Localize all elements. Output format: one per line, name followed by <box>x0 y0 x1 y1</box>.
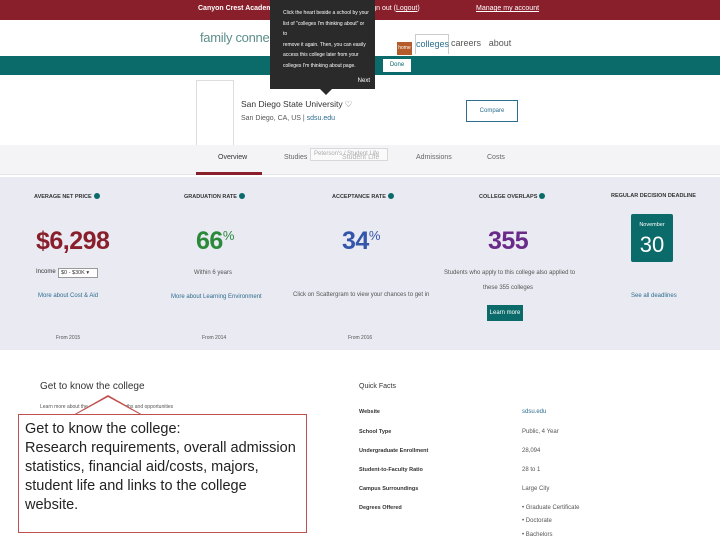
quick-fact-value: Large City <box>522 486 550 492</box>
nav-about-me[interactable]: about me <box>483 34 517 66</box>
get-to-know-heading: Get to know the college <box>40 381 145 392</box>
stat-title-text: ACCEPTANCE RATE <box>332 194 386 200</box>
heart-icon[interactable]: ♡ <box>345 99 353 110</box>
info-icon[interactable] <box>238 193 245 199</box>
degree-item: • Bachelors <box>522 532 553 538</box>
heart-tooltip: Click the heart beside a school by your … <box>270 0 375 95</box>
school-name: Canyon Crest Academy <box>198 5 277 12</box>
info-icon[interactable] <box>539 193 546 199</box>
active-tab-indicator <box>196 172 262 175</box>
callout-line: Get to know the college: <box>25 421 181 437</box>
stat-regular-deadline: REGULAR DECISION DEADLINE See all deadli… <box>590 177 720 350</box>
tooltip-arrow <box>320 89 332 95</box>
income-select-value: $0 - $30K <box>61 270 85 276</box>
graduation-rate-unit: % <box>222 228 235 243</box>
tooltip-line: list of "colleges I'm thinking about" or… <box>283 20 365 38</box>
quick-fact-label: Student-to-Faculty Ratio <box>359 467 423 473</box>
tab-costs[interactable]: Costs <box>487 154 505 161</box>
annotation-callout: Get to know the college: Research requir… <box>18 414 307 533</box>
graduation-rate-number: 66 <box>196 227 223 255</box>
quick-fact-website-link[interactable]: sdsu.edu <box>522 409 546 415</box>
learning-environment-link[interactable]: More about Learning Environment <box>171 294 262 300</box>
nav-careers[interactable]: careers <box>451 34 481 54</box>
info-icon[interactable] <box>387 193 394 199</box>
college-name-text: San Diego State University <box>241 99 343 109</box>
quick-fact-label: School Type <box>359 429 392 435</box>
stats-band: AVERAGE NET PRICE $6,298 Income $0 - $30… <box>0 177 720 350</box>
income-label: Income <box>36 269 56 275</box>
done-button[interactable]: Done <box>383 59 411 72</box>
net-price-value: $6,298 <box>36 227 110 255</box>
acceptance-rate-number: 34 <box>342 227 369 255</box>
quick-fact-label: Undergraduate Enrollment <box>359 448 429 454</box>
graduation-note: Within 6 years <box>194 270 233 276</box>
tab-admissions[interactable]: Admissions <box>416 154 452 161</box>
callout-body: Research requirements, overall admission… <box>25 440 296 513</box>
graduation-rate-value: 66% <box>196 227 234 256</box>
tooltip-line: Click the heart beside a school by your <box>283 10 369 16</box>
degree-item: • Doctorate <box>522 518 552 524</box>
college-name: San Diego State University ♡ <box>241 99 352 110</box>
tooltip-next-button[interactable]: Next <box>358 76 370 87</box>
logout-link[interactable]: Logout <box>396 5 417 12</box>
calendar-day: 30 <box>639 232 665 257</box>
quick-fact-value: • Graduate Certificate <box>522 505 580 511</box>
stat-college-overlaps: COLLEGE OVERLAPS 355 Students who apply … <box>440 177 590 350</box>
tab-studies[interactable]: Studies <box>284 154 307 161</box>
callout-pointer-fill <box>75 397 141 415</box>
stat-title: COLLEGE OVERLAPS <box>479 193 546 200</box>
stat-title-text: COLLEGE OVERLAPS <box>479 194 538 200</box>
stat-title-text: AVERAGE NET PRICE <box>34 194 92 200</box>
calendar-month: November <box>639 222 665 228</box>
logout-suffix: ) <box>417 5 420 12</box>
quick-facts-heading: Quick Facts <box>359 383 396 390</box>
tooltip-line: colleges I'm thinking about page. <box>283 62 356 69</box>
tab-overview[interactable]: Overview <box>218 154 247 161</box>
overlap-learn-more-button[interactable]: Learn more <box>487 305 523 321</box>
cost-aid-link[interactable]: More about Cost & Aid <box>38 293 98 299</box>
quick-fact-value: Public, 4 Year <box>522 429 559 435</box>
stat-title: AVERAGE NET PRICE <box>34 193 100 200</box>
quick-fact-label: Degrees Offered <box>359 505 402 511</box>
college-location: San Diego, CA, US | sdsu.edu <box>241 115 335 122</box>
stat-title: REGULAR DECISION DEADLINE <box>611 193 696 199</box>
stat-source: From 2015 <box>56 335 81 341</box>
quick-fact-label: Website <box>359 409 380 415</box>
overlap-note-2: these 355 colleges <box>483 285 534 291</box>
overlap-note: Students who apply to this college also … <box>444 270 576 276</box>
quick-fact-label: Campus Surroundings <box>359 486 419 492</box>
my-account-link[interactable]: Manage my account <box>476 5 539 12</box>
stat-source: From 2016 <box>348 335 373 341</box>
compare-button[interactable]: Compare <box>466 100 518 122</box>
income-select[interactable]: $0 - $30K ▾ <box>58 268 98 278</box>
tooltip-line: access this college later from your <box>283 52 359 58</box>
quick-fact-value: 28 to 1 <box>522 467 541 473</box>
stat-title: ACCEPTANCE RATE <box>332 193 394 200</box>
acceptance-note: Click on Scattergram to view your chance… <box>293 292 430 298</box>
all-deadlines-link[interactable]: See all deadlines <box>631 293 677 299</box>
stat-average-net-price: AVERAGE NET PRICE $6,298 Income $0 - $30… <box>0 177 140 350</box>
acceptance-rate-value: 34% <box>342 227 380 256</box>
stat-title-text: GRADUATION RATE <box>184 194 237 200</box>
info-icon[interactable] <box>93 193 100 199</box>
stat-title: GRADUATION RATE <box>184 193 245 200</box>
college-logo <box>196 80 234 146</box>
nav-colleges[interactable]: colleges <box>415 34 449 54</box>
calendar-icon: November 30 <box>631 214 673 262</box>
overlap-value: 355 <box>488 227 529 255</box>
stat-graduation-rate: GRADUATION RATE 66% Within 6 years More … <box>140 177 290 350</box>
quick-fact-value: 28,094 <box>522 448 541 454</box>
college-website-link[interactable]: sdsu.edu <box>307 115 335 122</box>
location-text: San Diego, CA, US <box>241 115 301 122</box>
stat-source: From 2014 <box>202 335 227 341</box>
tooltip-line: remove it again. Then, you can easily <box>283 41 366 48</box>
acceptance-rate-unit: % <box>368 228 381 243</box>
tab-drag-ghost: Peterson's / Student Life <box>310 148 388 161</box>
stat-acceptance-rate: ACCEPTANCE RATE 34% Click on Scattergram… <box>290 177 440 350</box>
nav-home[interactable]: home <box>397 42 412 55</box>
